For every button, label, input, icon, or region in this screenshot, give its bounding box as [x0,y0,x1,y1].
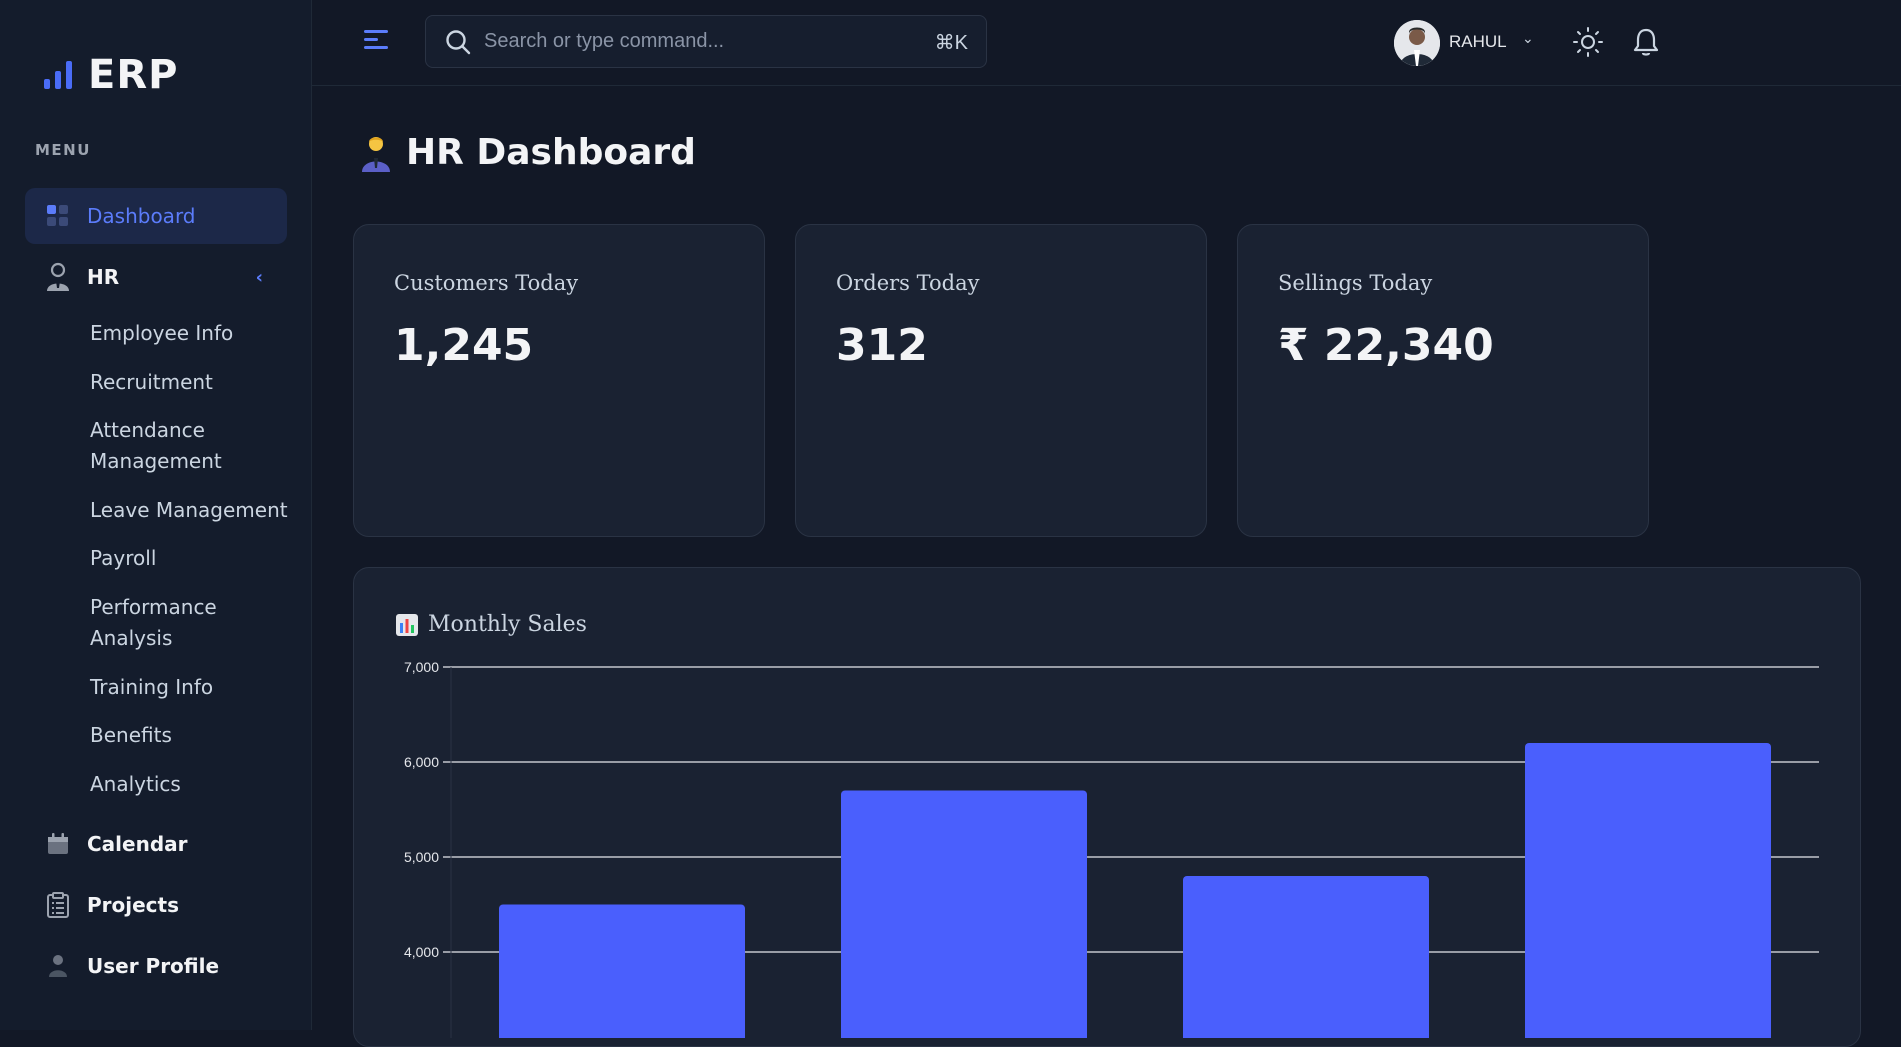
user-tie-icon [45,262,71,291]
logo[interactable]: ERP [44,52,178,98]
topbar: ⌘K RAHUL ⌄ [312,0,1901,86]
stat-card-customers: Customers Today 1,245 [353,224,765,537]
bar[interactable] [1525,743,1771,1038]
sidebar-item-dashboard[interactable]: Dashboard [25,188,287,244]
chevron-left-icon: ‹ [255,267,263,288]
menu-toggle-icon[interactable] [364,30,388,54]
sidebar-item-projects[interactable]: Projects [25,877,287,933]
stat-card-label: Customers Today [394,271,579,295]
avatar[interactable] [1394,20,1440,66]
user-name[interactable]: RAHUL [1449,32,1507,52]
y-tick-label: 7,000 [404,659,439,675]
y-tick-label: 4,000 [404,944,439,960]
user-icon [45,953,71,979]
y-tick-label: 6,000 [404,754,439,770]
sidebar-subitem-training-info[interactable]: Training Info [90,672,300,703]
menu-section-label: MENU [35,141,91,159]
sidebar-item-user-profile[interactable]: User Profile [25,938,287,994]
sidebar-subitem-analytics[interactable]: Analytics [90,769,300,800]
sidebar: ERP MENU Dashboard HR ‹ Employee Info Re… [0,0,312,1030]
chevron-down-icon[interactable]: ⌄ [1522,31,1534,47]
bar[interactable] [1183,876,1429,1038]
bar[interactable] [499,904,745,1039]
grid-icon [45,203,71,229]
sidebar-item-calendar[interactable]: Calendar [25,816,287,872]
sidebar-item-label: Projects [87,893,180,917]
y-tick-label: 5,000 [404,849,439,865]
sidebar-item-label: Dashboard [87,204,196,228]
page-title-text: HR Dashboard [406,132,696,173]
sidebar-subitem-payroll[interactable]: Payroll [90,543,300,574]
sidebar-item-label: HR [87,265,120,289]
stat-card-sellings: Sellings Today ₹ 22,340 [1237,224,1649,537]
stat-card-value: ₹ 22,340 [1278,320,1494,371]
bar-chart: 4,000 5,000 6,000 7,000 [404,659,1819,1039]
bar[interactable] [841,790,1087,1039]
clipboard-icon [45,892,71,918]
stat-card-label: Orders Today [836,271,980,295]
sidebar-item-hr[interactable]: HR ‹ [25,249,287,305]
search-shortcut-hint: ⌘K [934,32,968,54]
stat-card-value: 312 [836,320,928,371]
office-worker-icon [362,136,390,172]
sidebar-subitem-attendance-management[interactable]: Attendance Management [90,415,250,477]
stat-card-value: 1,245 [394,320,534,371]
search-icon [446,29,471,54]
sidebar-item-label: Calendar [87,832,188,856]
sidebar-item-label: User Profile [87,954,220,978]
sun-icon[interactable] [1572,26,1604,58]
bar-chart-logo-icon [44,61,72,89]
monthly-sales-card: Monthly Sales 4,000 5,000 6,000 7,000 [353,567,1861,1047]
search-input[interactable] [482,29,916,54]
sidebar-subitem-benefits[interactable]: Benefits [90,720,300,751]
stat-card-orders: Orders Today 312 [795,224,1207,537]
bell-icon[interactable] [1630,26,1662,58]
sidebar-subitem-leave-management[interactable]: Leave Management [90,495,300,526]
stat-card-label: Sellings Today [1278,271,1433,295]
sidebar-subitem-employee-info[interactable]: Employee Info [90,318,300,349]
calendar-icon [45,831,71,857]
sidebar-subitem-recruitment[interactable]: Recruitment [90,367,300,398]
search-bar: ⌘K [425,15,987,68]
page-title: HR Dashboard [360,132,696,173]
logo-text: ERP [88,52,179,98]
sidebar-subitem-performance-analysis[interactable]: Performance Analysis [90,592,250,654]
